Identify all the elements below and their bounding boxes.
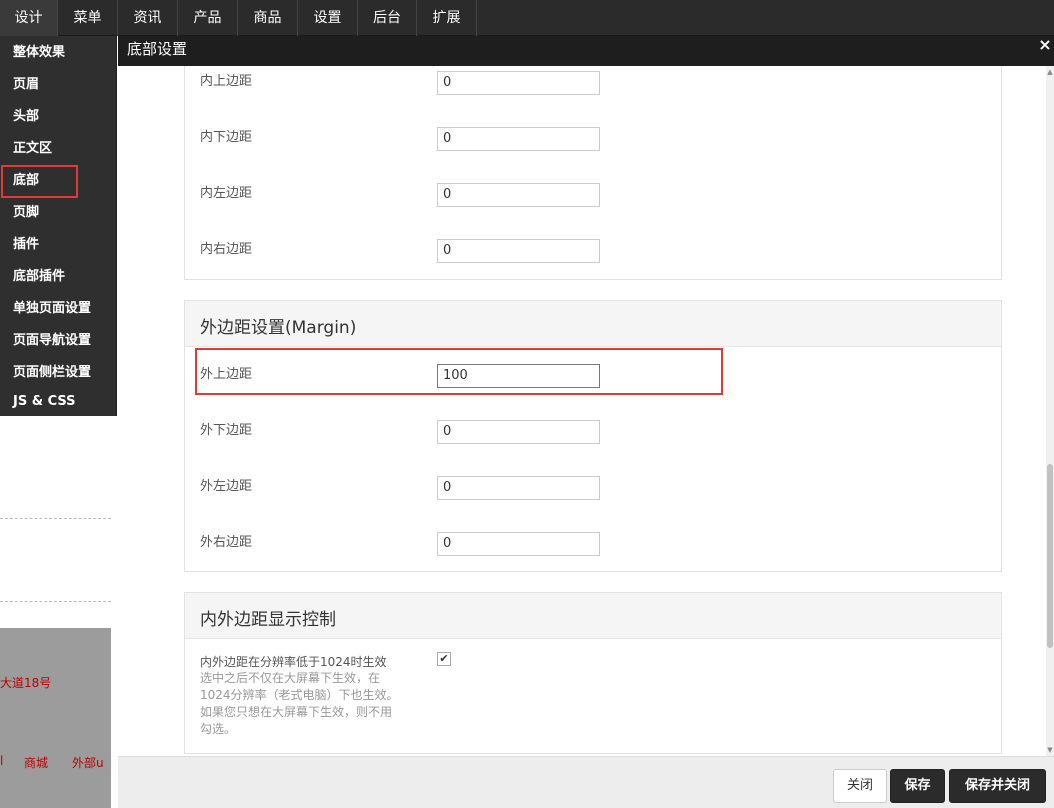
padding-right-input[interactable]: 0 [437,239,600,263]
menu-item-plugins[interactable]: 插件 [13,233,39,257]
panel-title: 内外边距显示控制 [200,610,336,630]
panel-title: 外边距设置(Margin) [200,318,357,338]
field-label: 内上边距 [200,74,253,89]
divider [0,601,111,602]
highlight-box [195,348,723,395]
panel-header: 内外边距显示控制 [185,593,1001,639]
save-close-button[interactable]: 保存并关闭 [949,769,1046,803]
design-dropdown-menu: 整体效果 页眉 头部 正文区 底部 页脚 插件 底部插件 单独页面设置 页面导航… [0,36,117,416]
field-label: 内右边距 [200,242,253,257]
scrollbar[interactable]: ▲ ▼ [1046,66,1054,756]
topmenu-menu[interactable]: 菜单 [58,0,118,36]
top-menubar: 设计 菜单 资讯 产品 商品 设置 后台 扩展 [0,0,1054,36]
help-line: 1024分辨率（老式电脑）下也生效。 [200,688,399,702]
menu-item-js-css[interactable]: JS & CSS [13,390,76,414]
modal-titlebar: 底部设置 × [118,36,1054,66]
menu-item-overall[interactable]: 整体效果 [13,41,65,65]
background-footer: 大道18号 l 商城 外部u [0,628,111,808]
menu-item-head[interactable]: 头部 [13,105,39,129]
bottom-settings-modal: 底部设置 × 内上边距 0 内下边距 0 内左边距 0 内右边距 0 外边距设置… [118,36,1054,808]
topmenu-backend[interactable]: 后台 [358,0,417,36]
topmenu-extend[interactable]: 扩展 [417,0,477,36]
menu-item-bottom-plugins[interactable]: 底部插件 [13,265,65,289]
close-icon[interactable]: × [1037,36,1053,54]
footer-link[interactable]: 外部u [72,754,111,771]
margin-right-input[interactable]: 0 [437,532,600,556]
topmenu-news[interactable]: 资讯 [118,0,178,36]
scrollbar-thumb[interactable] [1047,464,1053,648]
modal-content: 内上边距 0 内下边距 0 内左边距 0 内右边距 0 外边距设置(Margin… [118,66,1046,756]
menu-item-single-page[interactable]: 单独页面设置 [13,297,91,321]
padding-top-input[interactable]: 0 [437,71,600,95]
padding-bottom-input[interactable]: 0 [437,127,600,151]
margin-panel: 外边距设置(Margin) 外上边距 100 外下边距 0 外左边距 0 外右边… [184,300,1002,572]
divider [0,518,111,519]
menu-item-page-sidebar[interactable]: 页面侧栏设置 [13,361,91,385]
highlight-box [1,165,78,198]
footer-link[interactable]: l [0,754,3,768]
field-label: 内下边距 [200,130,253,145]
topmenu-design[interactable]: 设计 [0,0,58,36]
help-line: 选中之后不仅在大屏幕下生效，在 [200,671,381,685]
modal-title: 底部设置 [127,40,188,58]
menu-item-header[interactable]: 页眉 [13,73,39,97]
padding-panel: 内上边距 0 内下边距 0 内左边距 0 内右边距 0 [184,66,1002,280]
scroll-up-icon[interactable]: ▲ [1046,68,1054,76]
topmenu-settings[interactable]: 设置 [298,0,358,36]
modal-footer: 关闭 保存 保存并关闭 [118,756,1054,808]
display-control-panel: 内外边距显示控制 内外边距在分辨率低于1024时生效 ✔ 选中之后不仅在大屏幕下… [184,592,1002,754]
topmenu-products[interactable]: 产品 [178,0,238,36]
footer-link[interactable]: 商城 [24,754,48,771]
field-label: 外左边距 [200,479,253,494]
padding-left-input[interactable]: 0 [437,183,600,207]
field-label: 外下边距 [200,423,253,438]
menu-item-footer[interactable]: 页脚 [13,201,39,225]
margin-left-input[interactable]: 0 [437,476,600,500]
help-line: 勾选。 [200,722,237,736]
menu-item-body[interactable]: 正文区 [13,137,52,161]
field-label: 内左边距 [200,186,253,201]
close-button[interactable]: 关闭 [833,769,887,803]
option-label: 内外边距在分辨率低于1024时生效 [200,655,387,669]
save-button[interactable]: 保存 [890,769,945,803]
address-text: 大道18号 [0,676,52,690]
checkbox[interactable]: ✔ [437,652,451,666]
panel-header: 外边距设置(Margin) [185,301,1001,347]
margin-bottom-input[interactable]: 0 [437,420,600,444]
scroll-down-icon[interactable]: ▼ [1046,746,1054,754]
topmenu-goods[interactable]: 商品 [238,0,298,36]
help-line: 如果您只想在大屏幕下生效，则不用 [200,705,393,719]
menu-item-page-nav[interactable]: 页面导航设置 [13,329,91,353]
field-label: 外右边距 [200,535,253,550]
